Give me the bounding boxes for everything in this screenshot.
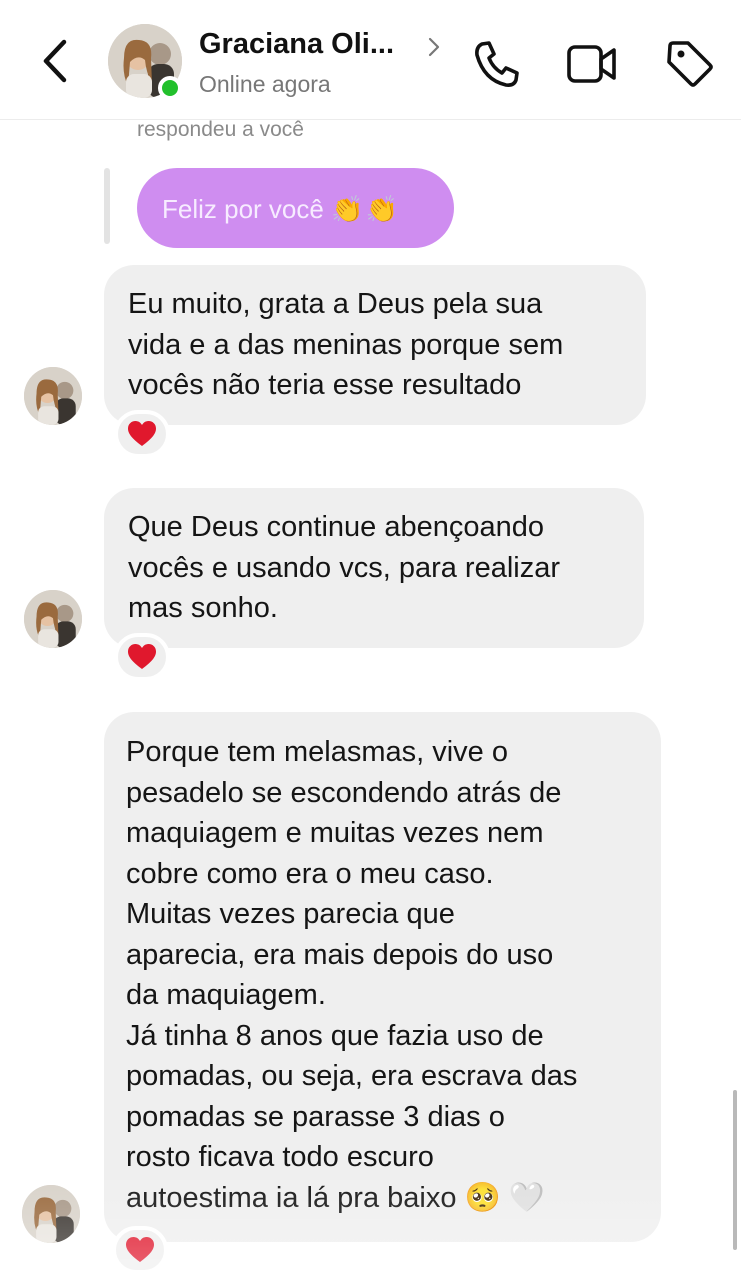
message-reaction[interactable] <box>114 410 170 458</box>
video-camera-icon <box>567 45 616 83</box>
video-call-button[interactable] <box>566 38 618 90</box>
message-bubble[interactable]: Que Deus continue abençoando vocês e usa… <box>104 488 644 648</box>
sender-avatar[interactable] <box>24 590 82 648</box>
back-chevron-icon <box>43 39 67 83</box>
clapping-hands-emoji: 👏👏 <box>331 194 400 224</box>
avatar-photo <box>24 367 82 425</box>
message-bubble[interactable]: Porque tem melasmas, vive o pesadelo se … <box>104 712 661 1242</box>
message-bubble[interactable]: Eu muito, grata a Deus pela sua vida e a… <box>104 265 646 425</box>
quoted-message-text: Feliz por você <box>162 194 324 224</box>
message-line: Porque tem melasmas, vive o <box>126 736 508 768</box>
white-heart-emoji: 🤍 <box>508 1181 545 1214</box>
back-button[interactable] <box>30 36 80 86</box>
message-line: mas sonho. <box>128 592 278 624</box>
avatar-photo <box>24 590 82 648</box>
message-reaction[interactable] <box>114 633 170 681</box>
online-indicator <box>158 76 182 100</box>
chat-header: Graciana Oli... Online agora <box>0 0 741 120</box>
message-reaction[interactable] <box>112 1226 168 1274</box>
message-line: vida e a das meninas porque sem <box>128 328 564 361</box>
message-line: pomadas se parasse 3 dias o <box>126 1100 505 1133</box>
message-line: vocês e usando vcs, para realizar <box>128 551 560 584</box>
quoted-message-bubble[interactable]: Feliz por você 👏👏 <box>137 168 454 248</box>
contact-status: Online agora <box>199 71 331 97</box>
voice-call-button[interactable] <box>470 38 522 90</box>
message-line: maquiagem e muitas vezes nem <box>126 817 544 849</box>
phone-icon <box>475 41 519 87</box>
message-line: aparecia, era mais depois do uso <box>126 938 554 971</box>
red-heart-icon <box>128 421 156 446</box>
message-line-text: autoestima ia lá pra baixo <box>126 1181 457 1214</box>
message-line: da maquiagem. <box>126 979 326 1011</box>
reply-indicator-bar <box>104 168 110 244</box>
pleading-face-emoji: 🥺 <box>464 1181 501 1214</box>
message-line: vocês não teria esse resultado <box>128 369 522 401</box>
scrollbar[interactable] <box>733 1090 737 1250</box>
message-line: pesadelo se escondendo atrás de <box>126 776 562 809</box>
contact-name[interactable]: Graciana Oli... <box>199 28 394 61</box>
tag-icon <box>667 41 713 87</box>
chevron-right-icon[interactable] <box>424 36 444 58</box>
chat-screen: Graciana Oli... Online agora respondeu a… <box>0 0 741 1280</box>
message-line: Já tinha 8 anos que fazia uso de <box>126 1019 544 1052</box>
message-line: Que Deus continue abençoando <box>128 511 544 543</box>
message-line: Eu muito, grata a Deus pela sua <box>128 288 543 320</box>
red-heart-icon <box>128 644 156 669</box>
sender-avatar[interactable] <box>22 1185 80 1243</box>
label-button[interactable] <box>664 38 716 90</box>
avatar-photo <box>22 1185 80 1243</box>
message-line: autoestima ia lá pra baixo 🥺 🤍 <box>126 1178 661 1219</box>
sender-avatar[interactable] <box>24 367 82 425</box>
reply-context-label: respondeu a você <box>137 118 304 141</box>
message-line: cobre como era o meu caso. <box>126 857 494 890</box>
message-line: Muitas vezes parecia que <box>126 898 455 930</box>
message-line: rosto ficava todo escuro <box>126 1141 434 1173</box>
red-heart-icon <box>126 1237 154 1262</box>
message-line: pomadas, ou seja, era escrava das <box>126 1060 578 1092</box>
